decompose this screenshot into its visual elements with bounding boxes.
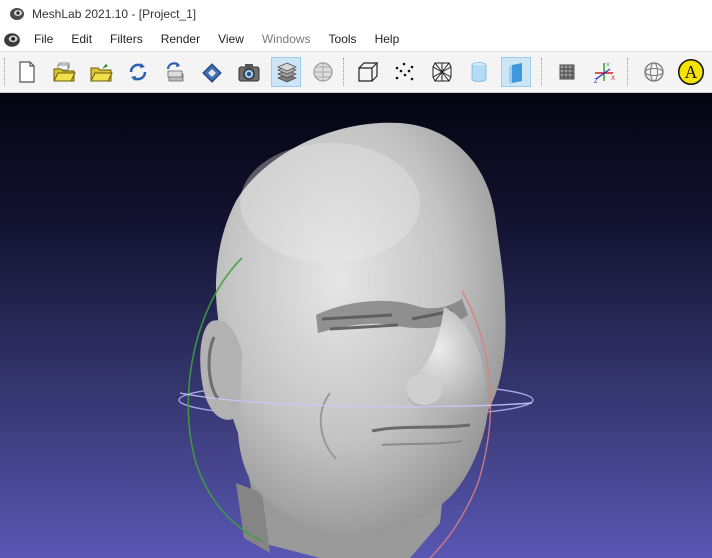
layers-icon — [277, 62, 297, 83]
new-project-button[interactable] — [12, 57, 42, 87]
decorate-button[interactable] — [552, 57, 582, 87]
save-button[interactable] — [197, 57, 227, 87]
svg-text:A: A — [685, 62, 698, 82]
points-icon — [395, 62, 414, 81]
trackball-button[interactable] — [639, 57, 669, 87]
smooth-icon — [509, 63, 522, 84]
open-project-button[interactable] — [49, 57, 79, 87]
import-mesh-icon — [90, 64, 113, 82]
axes-icon: Y X Z — [594, 63, 615, 84]
3d-viewport[interactable] — [0, 93, 712, 558]
reload-all-icon — [166, 62, 184, 82]
app-menu-icon[interactable] — [3, 31, 21, 49]
new-project-icon — [19, 61, 35, 83]
menu-view[interactable]: View — [209, 28, 253, 51]
points-button[interactable] — [390, 57, 420, 87]
toolbar-grip[interactable] — [4, 58, 8, 86]
flat-button[interactable] — [464, 57, 494, 87]
annotation-icon: A — [677, 58, 705, 86]
main-toolbar: Y X Z A — [0, 51, 712, 93]
layers-button[interactable] — [271, 57, 301, 87]
menu-edit[interactable]: Edit — [62, 28, 101, 51]
raster-icon — [313, 62, 333, 82]
toolbar-separator — [627, 58, 631, 86]
toolbar-separator — [541, 58, 545, 86]
reload-all-button[interactable] — [160, 57, 190, 87]
svg-text:Z: Z — [594, 79, 598, 84]
reload-icon — [129, 63, 147, 81]
menu-tools[interactable]: Tools — [320, 28, 366, 51]
wireframe-button[interactable] — [427, 57, 457, 87]
meshlab-logo-icon — [10, 8, 24, 20]
menu-render[interactable]: Render — [152, 28, 209, 51]
title-bar: MeshLab 2021.10 - [Project_1] — [0, 0, 712, 28]
snapshot-icon — [238, 64, 260, 82]
window-title: MeshLab 2021.10 - [Project_1] — [32, 7, 197, 21]
raster-button[interactable] — [308, 57, 338, 87]
menu-windows[interactable]: Windows — [253, 28, 320, 51]
menu-bar: File Edit Filters Render View Windows To… — [0, 28, 712, 51]
bounding-box-button[interactable] — [353, 57, 383, 87]
open-project-icon — [53, 62, 76, 82]
menu-help[interactable]: Help — [366, 28, 409, 51]
flat-icon — [471, 62, 487, 82]
annotation-button[interactable]: A — [676, 57, 706, 87]
svg-text:X: X — [611, 76, 615, 82]
save-icon — [202, 63, 222, 83]
head-mesh-render — [178, 122, 534, 558]
menu-file[interactable]: File — [25, 28, 62, 51]
wireframe-icon — [432, 62, 452, 82]
import-mesh-button[interactable] — [86, 57, 116, 87]
svg-text:Y: Y — [606, 63, 610, 69]
menu-filters[interactable]: Filters — [101, 28, 152, 51]
toolbar-separator — [343, 58, 347, 86]
trackball-icon — [644, 62, 664, 82]
snapshot-button[interactable] — [234, 57, 264, 87]
bounding-box-icon — [358, 62, 379, 82]
reload-button[interactable] — [123, 57, 153, 87]
decorate-icon — [559, 64, 575, 80]
smooth-button[interactable] — [501, 57, 531, 87]
axes-button[interactable]: Y X Z — [589, 57, 619, 87]
